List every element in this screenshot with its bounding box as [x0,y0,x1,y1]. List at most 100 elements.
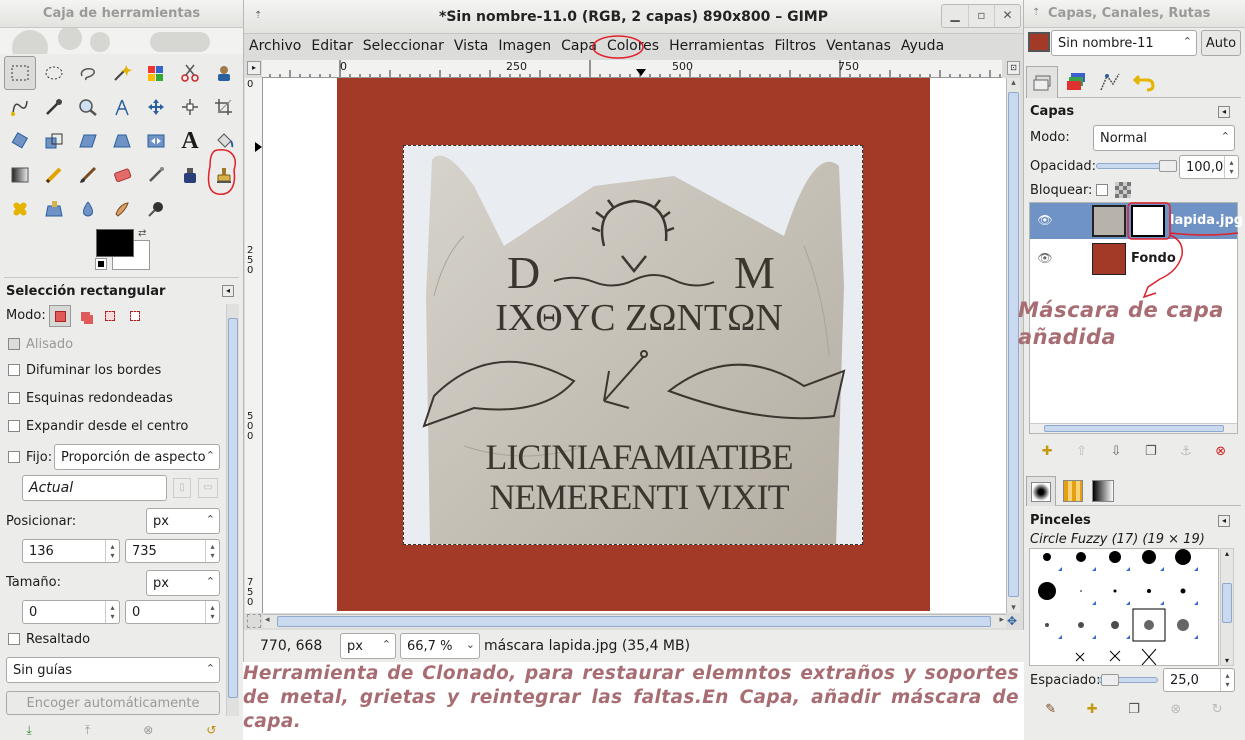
delete-brush-icon[interactable]: ⊗ [1170,702,1181,717]
menu-imagen[interactable]: Imagen [493,34,556,58]
highlight-checkbox[interactable]: Resaltado [0,625,90,653]
menu-herramientas[interactable]: Herramientas [664,34,769,58]
duplicate-brush-icon[interactable]: ❐ [1128,702,1140,717]
rect-select-tool-icon[interactable] [4,56,36,90]
scale-tool-icon[interactable] [38,124,70,158]
select-by-color-tool-icon[interactable] [140,56,172,90]
tab-brushes[interactable] [1026,476,1056,506]
navigate-button[interactable]: ⊡ [1007,61,1020,75]
ellipse-select-tool-icon[interactable] [38,56,70,90]
brushes-menu-icon[interactable]: ◂ [1218,515,1230,527]
menu-seleccionar[interactable]: Seleccionar [358,34,449,58]
toolbox-titlebar[interactable]: Caja de herramientas [0,0,243,28]
size-unit-select[interactable]: px ⌃ [146,570,220,596]
tab-undo[interactable] [1128,66,1160,98]
heal-tool-icon[interactable] [4,192,36,226]
canvas-area[interactable]: D M IXΘYC ZΩNTΩN LICINIAFAMIATIBE NEMERE… [263,78,1006,613]
save-options-icon[interactable]: ⤓ [27,723,32,738]
ruler-corner-button[interactable]: ▸ [247,61,261,75]
spacing-slider[interactable] [1098,674,1158,686]
opacity-slider[interactable] [1096,160,1177,172]
position-x-input[interactable]: 136 ▴ ▾ [22,539,120,563]
opacity-input[interactable]: 100,0 ▴ ▾ [1179,155,1239,179]
fixed-checkbox[interactable]: Fijo: [0,443,52,471]
layers-menu-icon[interactable]: ◂ [1218,106,1230,118]
paintbrush-tool-icon[interactable] [72,158,104,192]
foreground-select-tool-icon[interactable] [208,56,240,90]
opacity-slider-handle[interactable] [1159,160,1177,172]
brush-grid[interactable] [1029,548,1219,666]
perspective-clone-tool-icon[interactable] [38,192,70,226]
close-button[interactable]: ✕ [994,5,1020,27]
edit-brush-icon[interactable]: ✎ [1045,702,1056,717]
aspect-value-input[interactable]: Actual [22,475,167,501]
refresh-brushes-icon[interactable]: ↻ [1212,702,1223,717]
reset-options-icon[interactable]: ↺ [206,723,216,737]
position-y-input[interactable]: 735 ▴ ▾ [125,539,220,563]
duplicate-layer-icon[interactable]: ❐ [1145,444,1157,459]
expand-center-checkbox[interactable]: Expandir desde el centro [0,412,188,440]
layers-list-hscroll[interactable] [1030,423,1237,433]
menu-ayuda[interactable]: Ayuda [896,34,949,58]
color-picker-tool-icon[interactable] [38,90,70,124]
raise-layer-icon[interactable]: ⇧ [1076,444,1087,459]
blur-tool-icon[interactable] [72,192,104,226]
zoom-tool-icon[interactable] [72,90,104,124]
swap-colors-icon[interactable]: ⇄ [138,228,146,239]
mode-add-button[interactable] [74,305,96,327]
align-tool-icon[interactable] [174,90,206,124]
menu-filtros[interactable]: Filtros [769,34,821,58]
menu-editar[interactable]: Editar [306,34,357,58]
smudge-tool-icon[interactable] [106,192,138,226]
anchor-layer-icon[interactable]: ⚓ [1180,444,1192,459]
delete-options-icon[interactable]: ⊗ [143,723,153,737]
spacing-slider-handle[interactable] [1101,674,1119,686]
delete-layer-icon[interactable]: ⊗ [1215,444,1226,459]
lock-pixels-checkbox[interactable] [1096,184,1108,196]
tab-layers[interactable] [1026,66,1058,98]
eraser-tool-icon[interactable] [106,158,138,192]
visibility-eye-icon[interactable]: 👁 [1036,251,1054,265]
brush-grid-scrollbar[interactable]: ▴ ▾ [1220,548,1234,666]
visibility-eye-icon[interactable]: 👁 [1036,213,1054,227]
navigate-icon[interactable]: ✥ [1007,614,1017,628]
text-tool-icon[interactable]: A [174,124,206,158]
restore-options-icon[interactable]: ⤒ [85,723,90,738]
position-unit-select[interactable]: px ⌃ [146,508,220,534]
ink-tool-icon[interactable] [174,158,206,192]
flip-tool-icon[interactable] [140,124,172,158]
dock-titlebar[interactable]: ⇡ Capas, Canales, Rutas [1024,0,1245,28]
tab-paths[interactable] [1094,66,1126,98]
menu-archivo[interactable]: Archivo [244,34,306,58]
move-tool-icon[interactable] [140,90,172,124]
rotate-tool-icon[interactable] [4,124,36,158]
menu-vista[interactable]: Vista [449,34,494,58]
dodge-burn-tool-icon[interactable] [140,192,172,226]
minimize-button[interactable]: ▁ [942,5,968,27]
tool-options-menu-icon[interactable]: ◂ [222,285,234,297]
unit-select[interactable]: px ⌃ [340,633,396,659]
fuzzy-select-tool-icon[interactable] [106,56,138,90]
blend-tool-icon[interactable] [4,158,36,192]
auto-button[interactable]: Auto [1201,30,1241,56]
image-titlebar[interactable]: ⇡ *Sin nombre-11.0 (RGB, 2 capas) 890x80… [244,0,1023,34]
tab-patterns[interactable] [1058,476,1088,506]
menu-ventanas[interactable]: Ventanas [821,34,896,58]
antialias-checkbox[interactable]: Alisado [0,330,73,358]
mode-subtract-button[interactable] [99,305,121,327]
clone-tool-icon[interactable] [207,149,240,195]
quickmask-toggle[interactable] [247,614,261,628]
lower-layer-icon[interactable]: ⇩ [1111,444,1122,459]
size-height-input[interactable]: 0 ▴ ▾ [125,600,220,624]
default-colors-icon[interactable] [95,258,107,270]
lasso-tool-icon[interactable] [72,56,104,90]
options-scrollbar[interactable] [226,304,239,716]
rounded-corners-checkbox[interactable]: Esquinas redondeadas [0,384,173,412]
shear-tool-icon[interactable] [72,124,104,158]
spacing-input[interactable]: 25,0 ▴ ▾ [1163,668,1235,692]
scissors-tool-icon[interactable] [174,56,206,90]
measure-tool-icon[interactable] [106,90,138,124]
guides-select[interactable]: Sin guías ⌃ [6,657,220,683]
tab-channels[interactable] [1060,66,1092,98]
layer-mode-select[interactable]: Normal ⌃ [1093,125,1235,151]
